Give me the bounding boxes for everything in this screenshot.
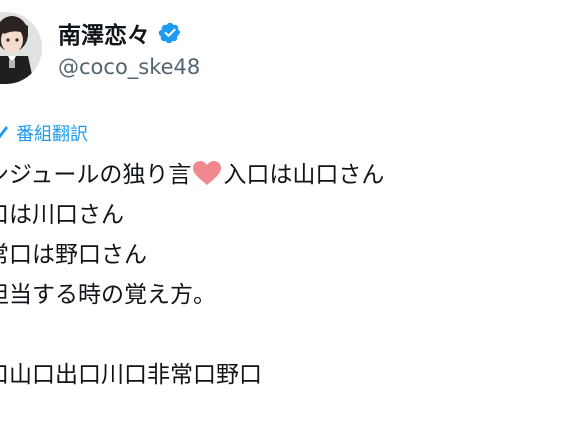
tweet-line: ンジュールの独り言 入口は山口さん	[0, 155, 576, 195]
tweet-line: 口山口出口川口非常口野口	[0, 362, 262, 388]
tweet-text-segment: ンジュールの独り言	[0, 162, 192, 188]
tweet-card: 南澤恋々 @coco_ske48 番組翻訳 ンジュールの独り言 入口は山口さん 口…	[0, 0, 576, 430]
heart-icon	[192, 160, 222, 186]
tweet-text: ンジュールの独り言 入口は山口さん 口は川口さん 常口は野口さん 担当する時の覚え…	[0, 155, 576, 395]
translate-link[interactable]: 番組翻訳	[0, 120, 88, 146]
translate-icon	[0, 123, 12, 143]
translate-label[interactable]: 番組翻訳	[16, 120, 88, 146]
display-name[interactable]: 南澤恋々	[58, 16, 150, 50]
tweet-text-segment: 入口は山口さん	[223, 162, 385, 188]
tweet-line: 常口は野口さん	[0, 242, 147, 268]
verified-badge-icon	[158, 21, 182, 45]
tweet-line: 担当する時の覚え方。	[0, 282, 216, 308]
user-handle[interactable]: @coco_ske48	[58, 55, 200, 79]
avatar[interactable]	[0, 12, 42, 84]
tweet-line: 口は川口さん	[0, 202, 124, 228]
